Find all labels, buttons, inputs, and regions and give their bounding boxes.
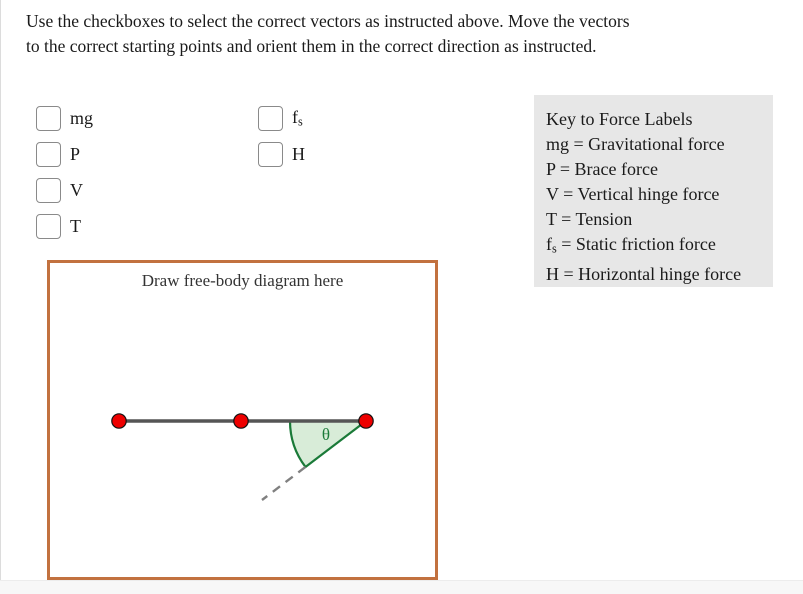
key-entry-fs: fs = Static friction force [546, 234, 716, 256]
key-entry-P: P = Brace force [546, 159, 658, 179]
checkbox-H[interactable] [258, 141, 283, 167]
free-body-diagram-canvas[interactable]: Draw free-body diagram here θ [47, 260, 438, 580]
key-to-force-labels-panel: Key to Force Labels mg = Gravitational f… [534, 95, 773, 287]
checkbox-label-P: P [70, 144, 81, 164]
checkbox-label-V: V [70, 180, 83, 200]
checkbox-label-H: H [292, 144, 305, 164]
dashed-reference-line [261, 466, 307, 501]
checkbox-row-mg[interactable]: mg [36, 100, 93, 136]
checkbox-V[interactable] [36, 177, 61, 203]
checkbox-T[interactable] [36, 213, 61, 239]
checkbox-row-V[interactable]: V [36, 172, 93, 208]
checkbox-label-fs: fs [292, 107, 303, 129]
checkbox-row-H[interactable]: H [258, 136, 305, 172]
instructions-line-2: to the correct starting points and orien… [26, 35, 597, 56]
beam-node-middle[interactable] [233, 413, 249, 429]
key-entry-T: T = Tension [546, 209, 633, 229]
key-entry-V: V = Vertical hinge force [546, 184, 720, 204]
beam-node-right[interactable] [358, 413, 374, 429]
key-entry-mg: mg = Gravitational force [546, 134, 725, 154]
checkbox-P[interactable] [36, 141, 61, 167]
page-bottom-band [0, 580, 803, 594]
key-panel-title: Key to Force Labels [546, 109, 693, 129]
diagram-graphics: θ [111, 413, 374, 501]
angle-theta-label: θ [322, 425, 330, 444]
checkbox-label-mg: mg [70, 108, 94, 128]
checkbox-column-right: fs H [258, 100, 305, 172]
key-entry-H: H = Horizontal hinge force [546, 263, 742, 284]
page-left-edge [0, 0, 1, 594]
checkbox-row-P[interactable]: P [36, 136, 93, 172]
instructions-line-1: Use the checkboxes to select the correct… [26, 11, 630, 31]
checkbox-label-T: T [70, 216, 81, 236]
checkbox-mg[interactable] [36, 105, 61, 131]
instructions-text: Use the checkboxes to select the correct… [26, 9, 760, 59]
checkbox-row-T[interactable]: T [36, 208, 93, 244]
beam-node-left[interactable] [111, 413, 127, 429]
checkbox-row-fs[interactable]: fs [258, 100, 305, 136]
checkbox-fs[interactable] [258, 105, 283, 131]
key-panel-entries: mg = Gravitational force P = Brace force V… [546, 132, 773, 287]
checkbox-column-left: mg P V T [36, 100, 93, 244]
